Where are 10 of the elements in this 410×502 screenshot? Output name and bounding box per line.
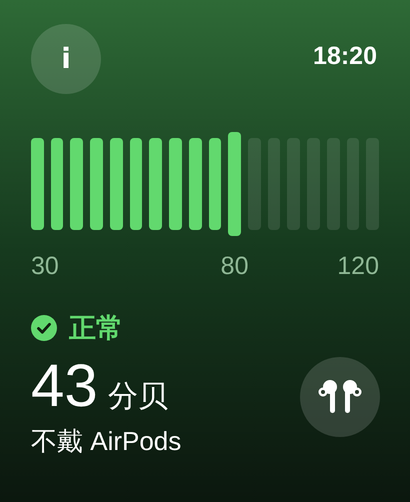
- scale-label: 120: [337, 251, 379, 282]
- decibel-unit: 分贝: [108, 379, 168, 415]
- scale-label: 30: [31, 251, 59, 282]
- decibel-value: 43: [31, 352, 98, 420]
- time: 18:20: [313, 41, 377, 72]
- status-label: 正常: [69, 312, 123, 344]
- earbuds-icon: [318, 378, 362, 414]
- info-button[interactable]: i: [31, 24, 101, 94]
- source-label: 不戴 AirPods: [31, 425, 182, 458]
- scale-label: 80: [220, 251, 248, 282]
